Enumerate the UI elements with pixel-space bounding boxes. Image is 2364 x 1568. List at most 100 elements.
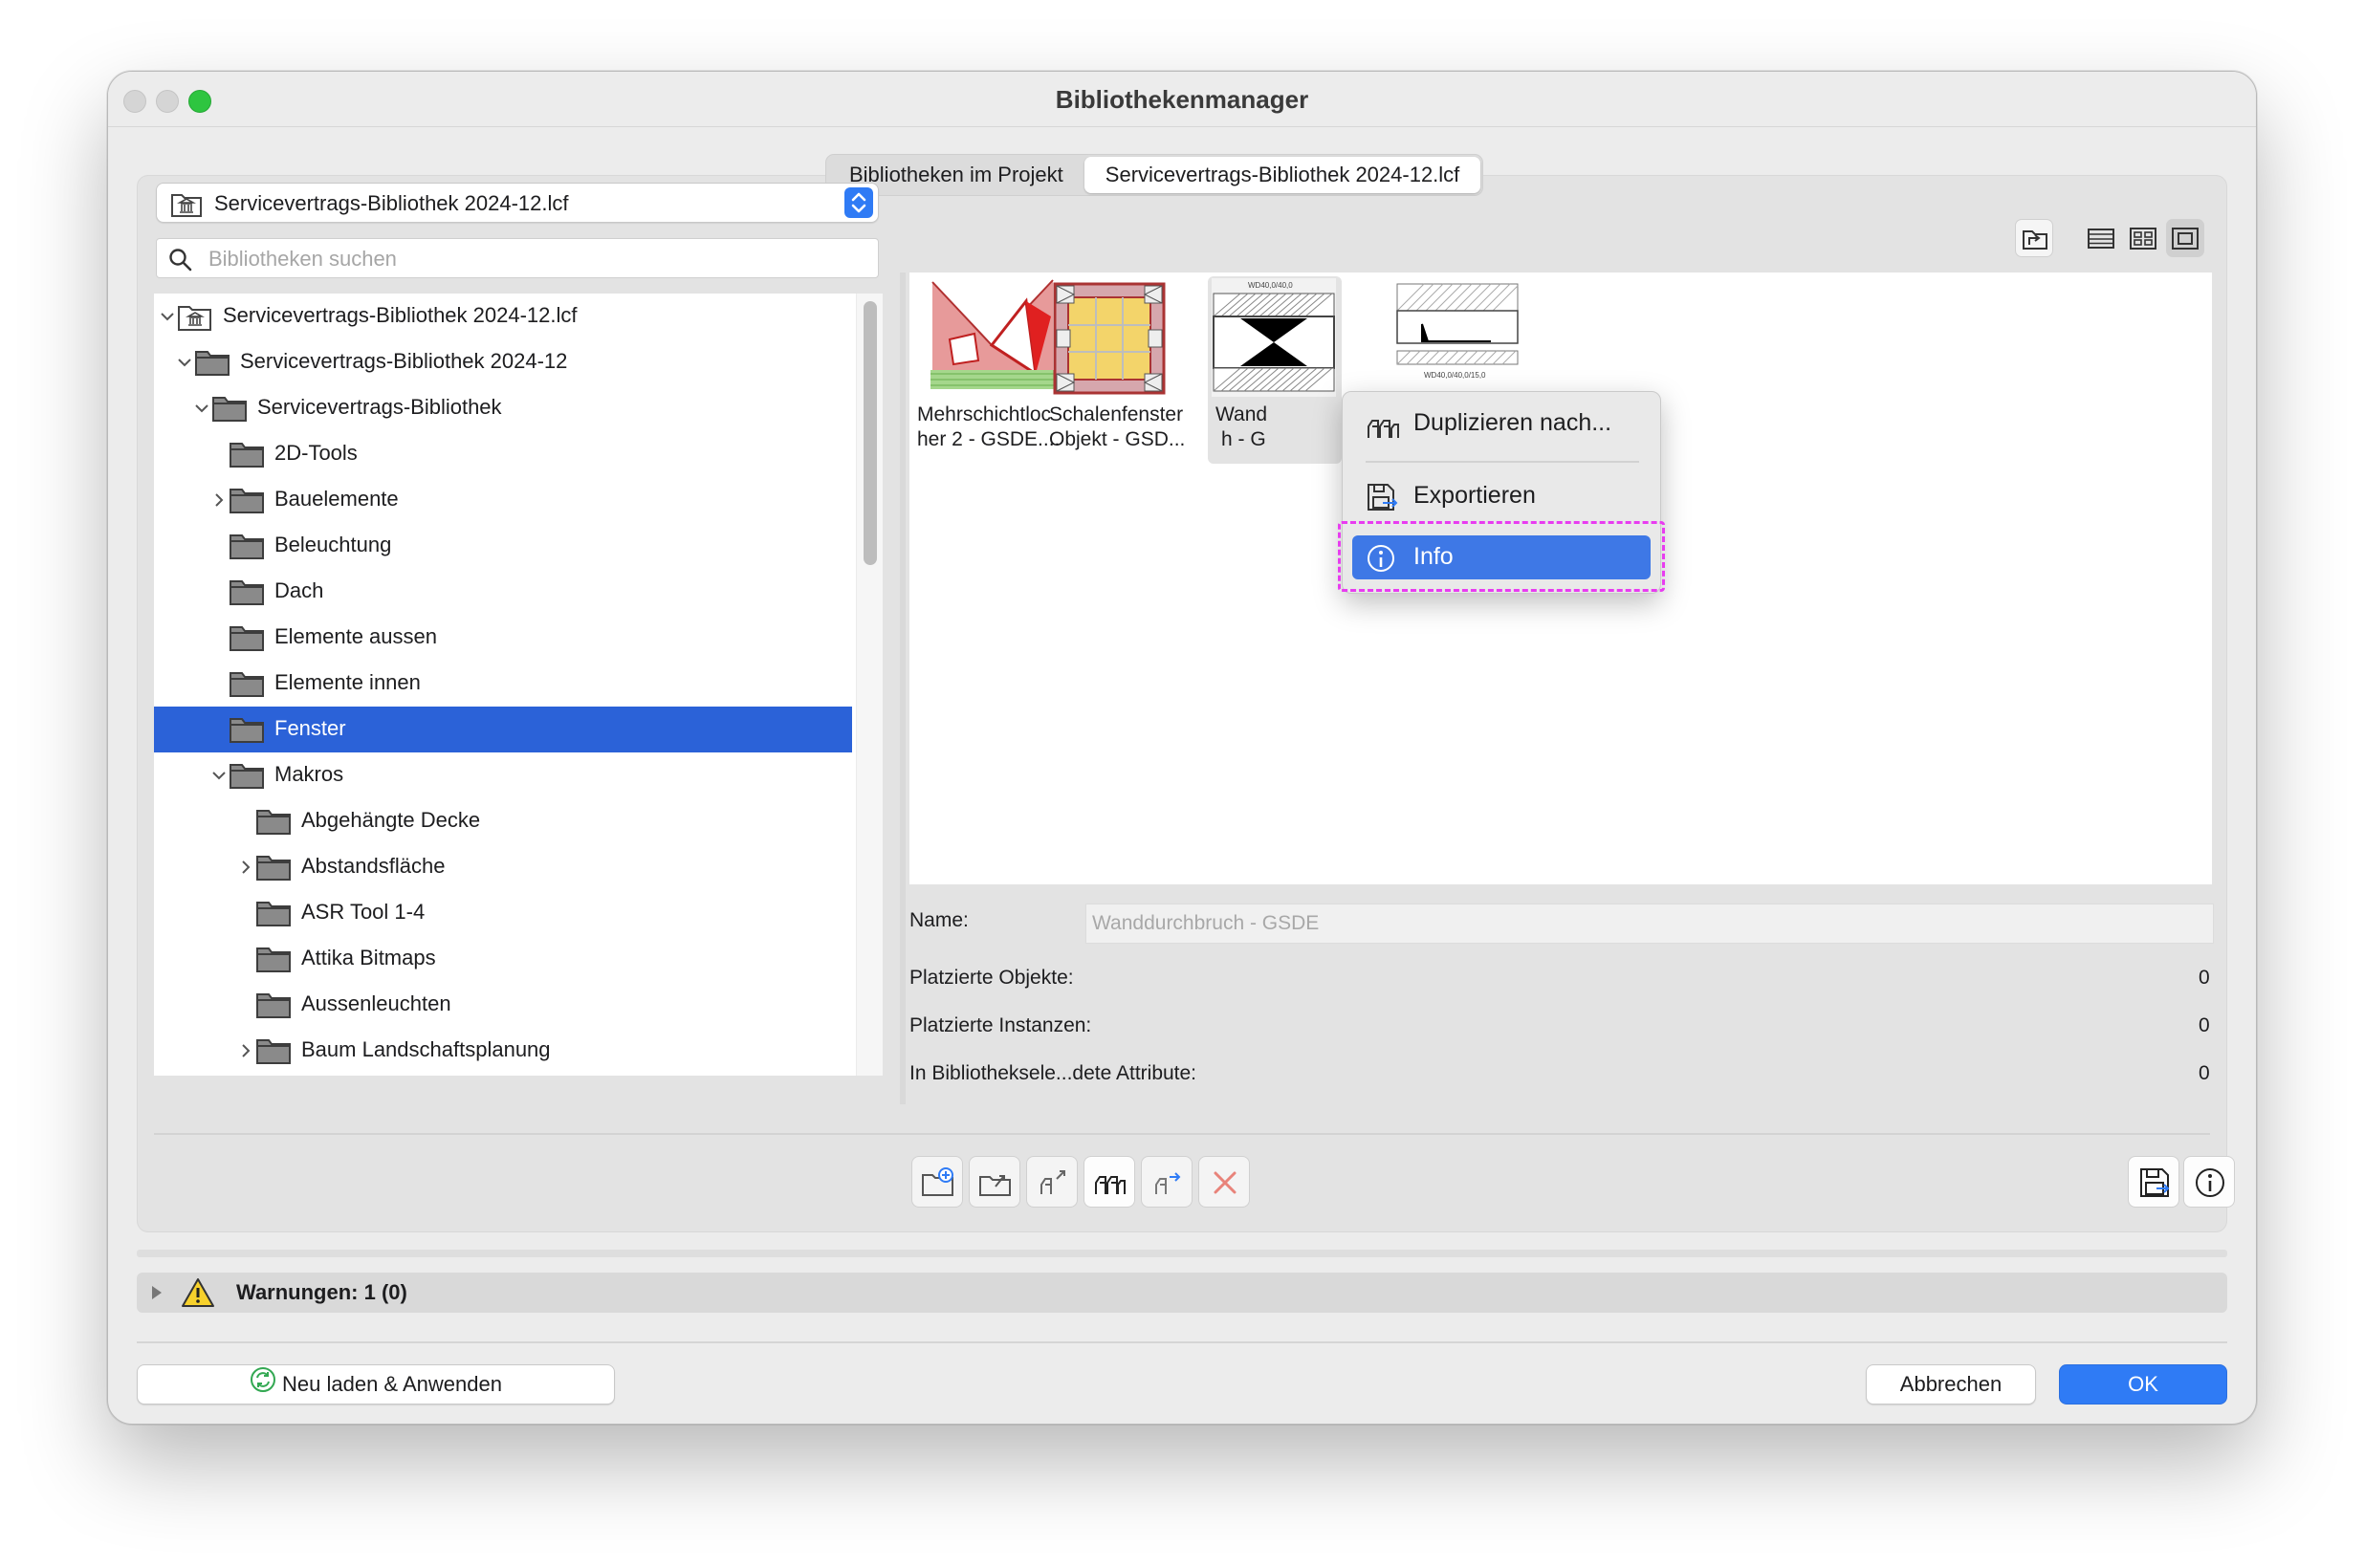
tree-item-library-file[interactable]: Servicevertrags-Bibliothek 2024-12.lcf bbox=[154, 294, 852, 339]
list-view-icon bbox=[2082, 229, 2120, 261]
tree-item-fenster[interactable]: Fenster bbox=[154, 707, 852, 752]
new-folder-button[interactable] bbox=[911, 1156, 963, 1208]
move-to-button[interactable] bbox=[1141, 1156, 1193, 1208]
chevron-right-icon[interactable] bbox=[209, 489, 229, 512]
folder-icon bbox=[255, 946, 292, 974]
tree-item-beleuchtung[interactable]: Beleuchtung bbox=[154, 523, 852, 569]
tree-item-library-folder[interactable]: Servicevertrags-Bibliothek 2024-12 bbox=[154, 339, 852, 385]
folder-icon bbox=[255, 808, 292, 837]
tree-item-label: Elemente aussen bbox=[274, 624, 437, 648]
folder-icon bbox=[229, 578, 265, 607]
tree-item-abgehaengte-decke[interactable]: Abgehängte Decke bbox=[154, 798, 852, 844]
list-view-button[interactable] bbox=[2082, 219, 2120, 257]
cancel-button[interactable]: Abbrechen bbox=[1866, 1364, 2036, 1405]
pane-divider[interactable] bbox=[900, 272, 906, 1104]
folder-icon bbox=[255, 1037, 292, 1066]
new-folder-icon bbox=[921, 1165, 955, 1205]
chevron-down-icon[interactable] bbox=[175, 351, 194, 374]
reload-apply-button[interactable]: Neu laden & Anwenden bbox=[137, 1364, 615, 1405]
move-objects-button[interactable] bbox=[1026, 1156, 1078, 1208]
folder-icon bbox=[255, 854, 292, 882]
grid-view-button[interactable] bbox=[2124, 219, 2162, 257]
library-manager-window: Bibliothekenmanager Bibliotheken im Proj… bbox=[107, 71, 2257, 1425]
library-icon bbox=[177, 303, 213, 332]
window-title: Bibliothekenmanager bbox=[1055, 85, 1309, 114]
preview-item[interactable]: Mehrschichtloc her 2 - GSDE.... bbox=[917, 276, 1060, 464]
tree-item-label: Servicevertrags-Bibliothek 2024-12 bbox=[240, 349, 568, 373]
menu-item-label: Exportieren bbox=[1413, 482, 1536, 509]
tree-item-elemente-aussen[interactable]: Elemente aussen bbox=[154, 615, 852, 661]
chevron-down-icon[interactable] bbox=[192, 397, 211, 420]
search-input[interactable]: Bibliotheken suchen bbox=[208, 247, 397, 272]
move-objects-icon bbox=[1036, 1165, 1070, 1205]
info-button[interactable] bbox=[2183, 1156, 2235, 1208]
preview-view-icon bbox=[2166, 228, 2204, 261]
name-field[interactable]: Wanddurchbruch - GSDE bbox=[1085, 904, 2214, 944]
library-search[interactable]: Bibliotheken suchen bbox=[156, 238, 879, 278]
folder-icon bbox=[229, 624, 265, 653]
tree-item-label: Baum Landschaftsplanung bbox=[301, 1037, 551, 1061]
attributes-value: 0 bbox=[2199, 1062, 2210, 1084]
library-select[interactable]: Servicevertrags-Bibliothek 2024-12.lcf bbox=[156, 183, 879, 223]
tree-item-attika-bitmaps[interactable]: Attika Bitmaps bbox=[154, 936, 852, 982]
open-folder-icon bbox=[978, 1165, 1013, 1205]
folder-icon bbox=[255, 900, 292, 928]
preview-item[interactable]: Schalenfenster Objekt - GSD... bbox=[1034, 276, 1185, 464]
tree-item-aussenleuchten[interactable]: Aussenleuchten bbox=[154, 982, 852, 1028]
tree-item-baum-landschaftsplanung[interactable]: Baum Landschaftsplanung bbox=[154, 1028, 852, 1074]
menu-item-export[interactable]: Exportieren bbox=[1352, 474, 1651, 518]
tree-item-asr-tool[interactable]: ASR Tool 1-4 bbox=[154, 890, 852, 936]
save-export-icon bbox=[2137, 1165, 2172, 1205]
tree-item-bauelemente[interactable]: Bauelemente bbox=[154, 477, 852, 523]
folder-icon bbox=[229, 487, 265, 515]
preview-view-button[interactable] bbox=[2166, 219, 2204, 257]
preview-item-caption: Schalenfenster Objekt - GSD... bbox=[1049, 403, 1221, 452]
caption-line: Objekt - GSD... bbox=[1049, 428, 1186, 450]
tree-item-label: Bauelemente bbox=[274, 487, 399, 511]
menu-item-label: Duplizieren nach... bbox=[1413, 409, 1612, 436]
tree-item-label: Makros bbox=[274, 762, 344, 786]
placed-objects-value: 0 bbox=[2199, 967, 2210, 989]
caption-line: Schalenfenster bbox=[1049, 403, 1184, 425]
placed-objects-label: Platzierte Objekte: bbox=[909, 967, 1074, 989]
folder-icon bbox=[229, 670, 265, 699]
duplicate-objects-button[interactable] bbox=[1084, 1156, 1135, 1208]
save-export-button[interactable] bbox=[2128, 1156, 2179, 1208]
tree-item-dach[interactable]: Dach bbox=[154, 569, 852, 615]
search-icon bbox=[168, 248, 193, 277]
chevron-right-icon[interactable] bbox=[236, 1039, 255, 1062]
select-stepper-icon bbox=[844, 187, 873, 218]
tree-item-2d-tools[interactable]: 2D-Tools bbox=[154, 431, 852, 477]
folder-icon bbox=[211, 395, 248, 424]
folder-up-button[interactable] bbox=[2015, 219, 2053, 257]
delete-button[interactable] bbox=[1198, 1156, 1250, 1208]
tree-scrollbar-thumb[interactable] bbox=[864, 301, 877, 565]
tree-item-abstandsflaeche[interactable]: Abstandsfläche bbox=[154, 844, 852, 890]
chevron-down-icon[interactable] bbox=[158, 305, 177, 328]
library-tree: Servicevertrags-Bibliothek 2024-12.lcf S… bbox=[154, 294, 883, 1076]
menu-item-duplicate[interactable]: Duplizieren nach... bbox=[1352, 402, 1651, 446]
warnings-bar[interactable]: Warnungen: 1 (0) bbox=[137, 1273, 2227, 1313]
tree-item-label: Beleuchtung bbox=[274, 533, 392, 556]
tree-item-service-library[interactable]: Servicevertrags-Bibliothek bbox=[154, 385, 852, 431]
placed-instances-label: Platzierte Instanzen: bbox=[909, 1014, 1092, 1036]
open-folder-button[interactable] bbox=[969, 1156, 1020, 1208]
reload-apply-label: Neu laden & Anwenden bbox=[282, 1372, 502, 1396]
folder-up-icon bbox=[2016, 230, 2054, 262]
disclosure-triangle-icon[interactable] bbox=[148, 1284, 165, 1306]
chevron-right-icon[interactable] bbox=[236, 856, 255, 879]
preview-item-selected[interactable]: WD40,0/40,0 Wand h - G bbox=[1208, 276, 1342, 464]
duplicate-objects-icon bbox=[1093, 1165, 1127, 1205]
tree-item-label: Dach bbox=[274, 578, 324, 602]
annotation-highlight bbox=[1338, 521, 1665, 592]
export-icon bbox=[1366, 482, 1402, 517]
tree-item-label: Abstandsfläche bbox=[301, 854, 446, 878]
tab-service-library[interactable]: Servicevertrags-Bibliothek 2024-12.lcf bbox=[1084, 157, 1481, 193]
title-bar: Bibliothekenmanager bbox=[108, 72, 2256, 127]
tree-item-makros[interactable]: Makros bbox=[154, 752, 852, 798]
ok-button[interactable]: OK bbox=[2059, 1364, 2227, 1405]
object-thumbnail: WD40,0/40,0 bbox=[1212, 278, 1336, 397]
attributes-label: In Bibliotheksele...dete Attribute: bbox=[909, 1062, 1197, 1084]
tree-item-elemente-innen[interactable]: Elemente innen bbox=[154, 661, 852, 707]
chevron-down-icon[interactable] bbox=[209, 764, 229, 787]
